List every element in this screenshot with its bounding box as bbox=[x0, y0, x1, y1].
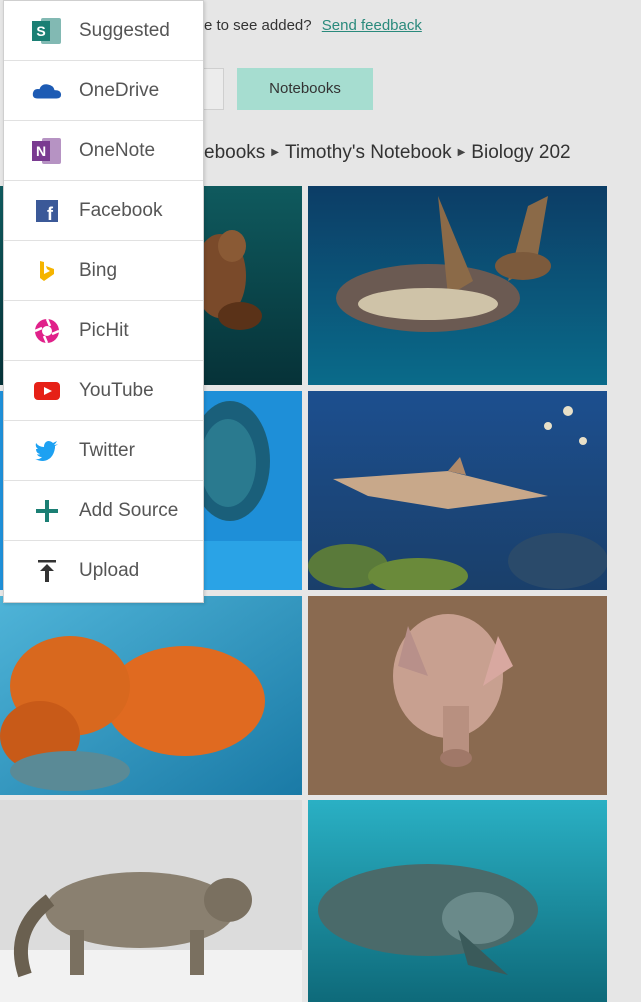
svg-text:S: S bbox=[36, 23, 45, 39]
image-tile-shark-reef[interactable] bbox=[308, 391, 607, 590]
feedback-prompt-text: e to see added? bbox=[204, 17, 312, 34]
menu-item-label: Facebook bbox=[79, 200, 163, 221]
upload-icon bbox=[32, 557, 62, 585]
feedback-prompt: e to see added? Send feedback bbox=[204, 14, 422, 38]
menu-item-onedrive[interactable]: OneDrive bbox=[4, 61, 203, 121]
menu-item-add-source[interactable]: Add Source bbox=[4, 481, 203, 541]
source-menu: S Suggested OneDrive N OneNote f Faceboo… bbox=[3, 0, 204, 603]
image-tile-manatee[interactable] bbox=[308, 800, 607, 1002]
menu-item-suggested[interactable]: S Suggested bbox=[4, 1, 203, 61]
menu-item-facebook[interactable]: f Facebook bbox=[4, 181, 203, 241]
menu-item-label: Add Source bbox=[79, 500, 179, 521]
sharepoint-icon: S bbox=[32, 17, 62, 45]
menu-item-label: OneDrive bbox=[79, 80, 160, 101]
octopus-image bbox=[0, 596, 302, 795]
breadcrumb-item-section[interactable]: Biology 202 bbox=[471, 142, 570, 163]
menu-item-label: PicHit bbox=[79, 320, 129, 341]
menu-item-label: YouTube bbox=[79, 380, 154, 401]
image-tile-snow-leopard[interactable] bbox=[0, 800, 302, 1002]
aardvark-image bbox=[308, 596, 607, 795]
menu-item-label: OneNote bbox=[79, 140, 156, 161]
onenote-icon: N bbox=[32, 137, 62, 165]
onedrive-icon bbox=[32, 77, 62, 105]
shark-reef-image bbox=[308, 391, 607, 590]
menu-item-youtube[interactable]: YouTube bbox=[4, 361, 203, 421]
pichit-icon bbox=[32, 317, 62, 345]
menu-item-label: Suggested bbox=[79, 20, 170, 41]
notebooks-button[interactable]: Notebooks bbox=[237, 68, 373, 110]
menu-item-pichit[interactable]: PicHit bbox=[4, 301, 203, 361]
menu-item-label: Upload bbox=[79, 560, 140, 581]
breadcrumb: ebooks ▶ Timothy's Notebook ▶ Biology 202 bbox=[204, 139, 571, 167]
facebook-icon: f bbox=[32, 197, 62, 225]
image-tile-octopus[interactable] bbox=[0, 596, 302, 795]
menu-item-label: Bing bbox=[79, 260, 118, 281]
youtube-icon bbox=[32, 377, 62, 405]
breadcrumb-separator-icon: ▶ bbox=[457, 147, 466, 158]
sea-turtle-image bbox=[308, 186, 607, 385]
breadcrumb-item-notebook[interactable]: Timothy's Notebook bbox=[285, 142, 452, 163]
svg-text:N: N bbox=[36, 143, 46, 159]
manatee-image bbox=[308, 800, 607, 1002]
breadcrumb-separator-icon: ▶ bbox=[271, 147, 279, 158]
menu-item-upload[interactable]: Upload bbox=[4, 541, 203, 601]
image-tile-aardvark[interactable] bbox=[308, 596, 607, 795]
menu-item-label: Twitter bbox=[79, 440, 135, 461]
menu-item-bing[interactable]: Bing bbox=[4, 241, 203, 301]
bing-icon bbox=[32, 257, 62, 285]
breadcrumb-item-notebooks[interactable]: ebooks bbox=[204, 142, 265, 163]
image-tile-sea-turtle[interactable] bbox=[308, 186, 607, 385]
twitter-icon bbox=[32, 437, 62, 465]
plus-icon bbox=[32, 497, 62, 525]
snow-leopard-image bbox=[0, 800, 302, 1002]
send-feedback-link[interactable]: Send feedback bbox=[322, 17, 422, 34]
svg-text:f: f bbox=[47, 204, 54, 222]
menu-item-twitter[interactable]: Twitter bbox=[4, 421, 203, 481]
menu-item-onenote[interactable]: N OneNote bbox=[4, 121, 203, 181]
